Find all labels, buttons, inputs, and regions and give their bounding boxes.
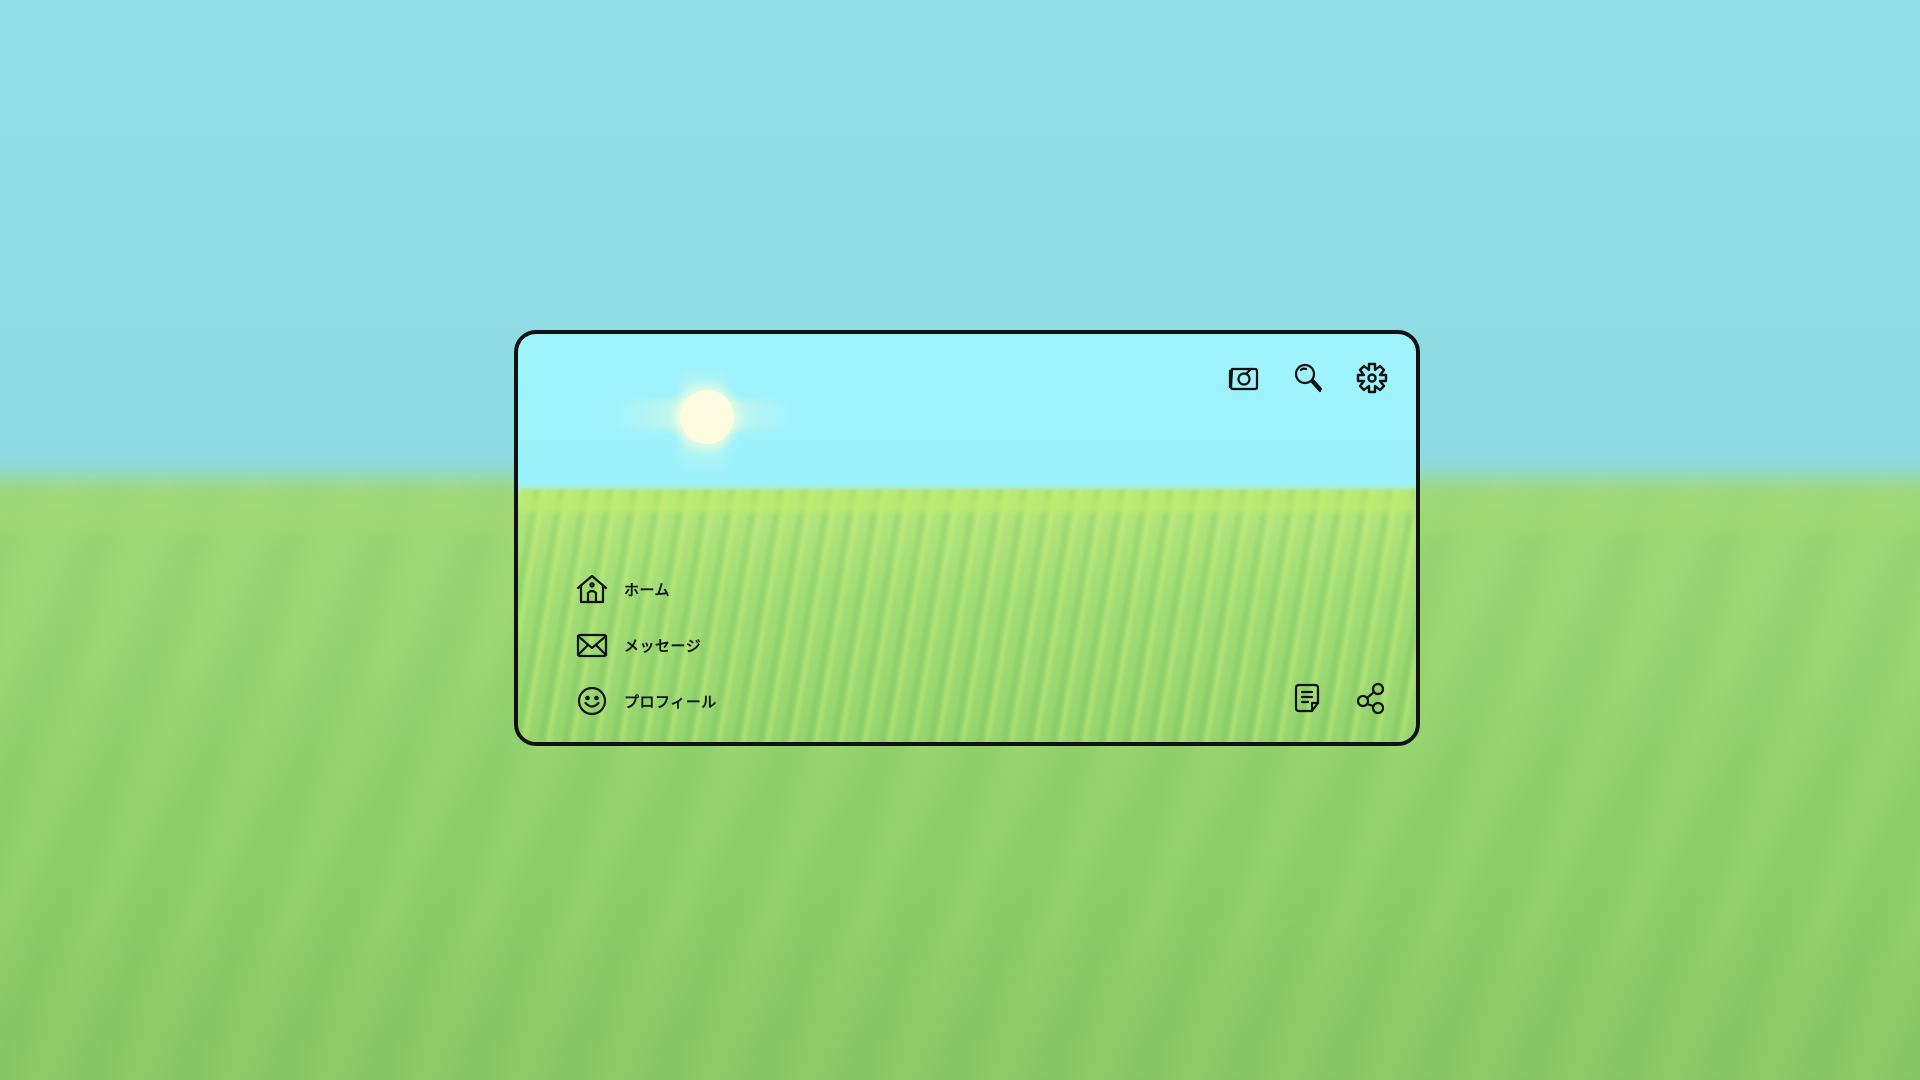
nav-item-label: ホーム bbox=[624, 580, 671, 599]
home-icon bbox=[574, 571, 610, 607]
bottom-toolbar bbox=[1290, 680, 1390, 716]
camera-icon[interactable] bbox=[1226, 360, 1262, 396]
sun bbox=[680, 390, 734, 444]
document-icon[interactable] bbox=[1290, 680, 1326, 716]
gear-icon[interactable] bbox=[1354, 360, 1390, 396]
mail-icon bbox=[574, 627, 610, 663]
share-icon[interactable] bbox=[1354, 680, 1390, 716]
nav-item-profile[interactable]: プロフィール bbox=[574, 682, 717, 720]
home-widget-panel: ホーム メッセージ プロフィール bbox=[514, 330, 1420, 746]
smiley-icon bbox=[574, 683, 610, 719]
nav-menu: ホーム メッセージ プロフィール bbox=[574, 570, 717, 720]
nav-item-messages[interactable]: メッセージ bbox=[574, 626, 717, 664]
nav-item-home[interactable]: ホーム bbox=[574, 570, 717, 608]
nav-item-label: メッセージ bbox=[624, 636, 702, 655]
search-icon[interactable] bbox=[1290, 360, 1326, 396]
panel-grass-edge bbox=[518, 482, 1416, 512]
nav-item-label: プロフィール bbox=[624, 692, 717, 711]
top-toolbar bbox=[1226, 360, 1390, 396]
